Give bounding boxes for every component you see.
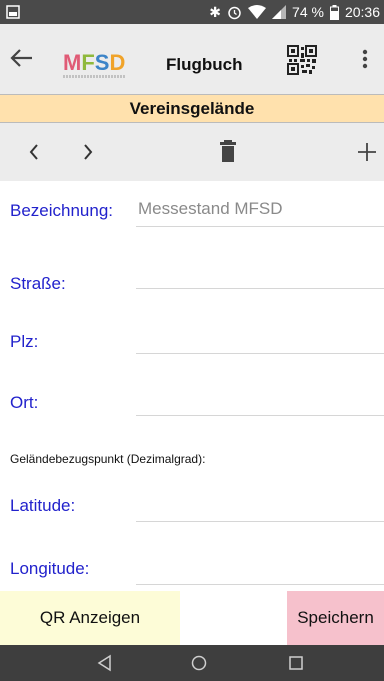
app-title: Flugbuch [166, 55, 243, 74]
battery-icon [329, 4, 339, 20]
nav-recents-icon[interactable] [287, 654, 305, 672]
mfsd-logo: MFSD [63, 50, 126, 75]
nav-back-icon[interactable] [96, 654, 114, 672]
chevron-left-icon[interactable] [26, 141, 42, 163]
strasse-field[interactable] [136, 257, 384, 289]
bluetooth-icon: ✱ [209, 4, 222, 20]
overflow-menu-icon[interactable] [355, 44, 375, 74]
longitude-label: Longitude: [10, 559, 90, 578]
reference-point-heading: Geländebezugspunkt (Dezimalgrad): [10, 452, 206, 466]
app-bar: MFSD Flugbuch [0, 24, 384, 94]
longitude-field[interactable] [136, 553, 384, 585]
nav-home-icon[interactable] [190, 654, 208, 672]
wifi-icon [248, 5, 267, 19]
trash-icon[interactable] [219, 140, 237, 162]
site-form: Bezeichnung: Messestand MFSD Straße: Plz… [0, 181, 384, 591]
system-nav-bar [0, 645, 384, 681]
strasse-label: Straße: [10, 274, 66, 293]
latitude-label: Latitude: [10, 496, 76, 515]
back-arrow-icon[interactable] [8, 44, 36, 72]
clock: 20:36 [344, 4, 380, 20]
latitude-field[interactable] [136, 490, 384, 522]
bezeichnung-field[interactable]: Messestand MFSD [136, 195, 384, 227]
section-title: Vereinsgelände [0, 94, 384, 123]
ort-label: Ort: [10, 393, 39, 412]
plus-icon[interactable] [356, 141, 378, 163]
bezeichnung-label: Bezeichnung: [10, 201, 114, 220]
status-bar: ✱ 74 % 20:36 [0, 0, 384, 24]
logo-subline [63, 75, 125, 78]
notification-icon [6, 5, 20, 19]
action-bar: QR Anzeigen Speichern [0, 591, 384, 645]
ort-field[interactable] [136, 384, 384, 416]
signal-icon [272, 5, 287, 19]
battery-text: 74 % [292, 4, 324, 20]
screen: ✱ 74 % 20:36 MFSD Flugbuch Vereinsgeländ… [0, 0, 384, 681]
show-qr-button[interactable]: QR Anzeigen [0, 591, 180, 645]
chevron-right-icon[interactable] [80, 141, 96, 163]
alarm-icon [228, 6, 241, 19]
plz-field[interactable] [136, 322, 384, 354]
plz-label: Plz: [10, 332, 39, 351]
record-toolbar [0, 123, 384, 181]
qr-code-icon[interactable] [287, 45, 317, 75]
save-button[interactable]: Speichern [287, 591, 384, 645]
